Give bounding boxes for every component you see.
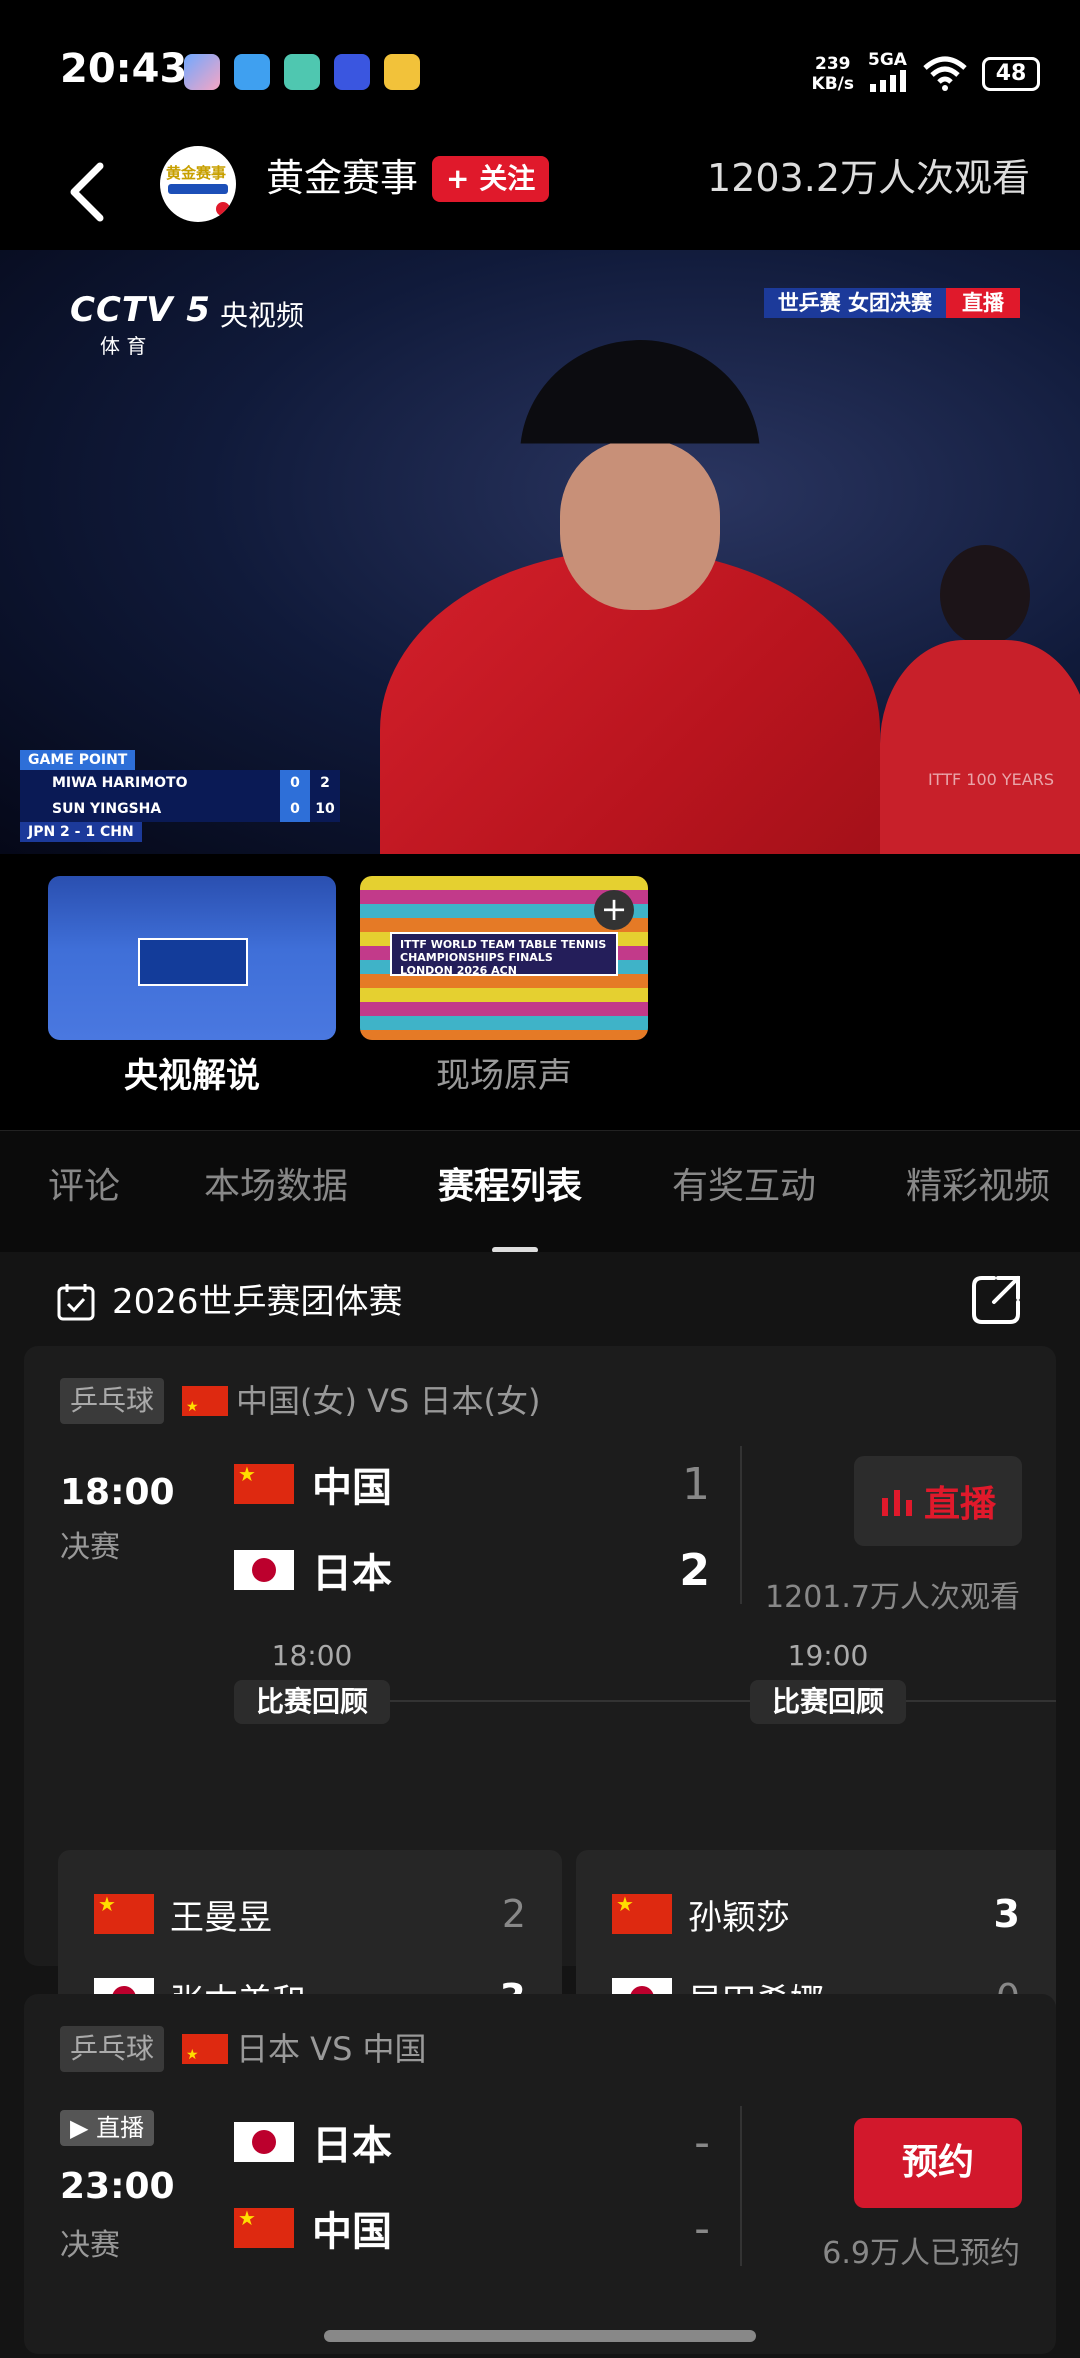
status-time: 20:43 — [60, 46, 188, 92]
video-player[interactable]: CCTV 5 体 育 央视频 世乒赛 女团决赛 直播 GAME POINT MI… — [0, 250, 1080, 854]
match-title: 中国(女) VS 日本(女) — [182, 1378, 541, 1430]
team-row: 中国 1 — [234, 1456, 734, 1512]
stream-thumb-commentary[interactable] — [48, 876, 336, 1040]
rubber-time: 19:00 — [787, 1639, 869, 1672]
cctv-logo: CCTV 5 — [70, 290, 211, 330]
wifi-icon — [923, 56, 967, 91]
battery-indicator: 48 — [982, 56, 1040, 91]
divider — [740, 2106, 742, 2266]
player-face — [560, 440, 720, 610]
verified-badge-icon — [214, 200, 232, 218]
channel-avatar[interactable]: 黄金赛事 — [160, 146, 236, 222]
scoreboard: GAME POINT MIWA HARIMOTO 0 2 SUN YINGSHA… — [20, 750, 340, 842]
tab-rewards[interactable]: 有奖互动 — [672, 1159, 816, 1215]
player-row: 王曼昱 2 — [94, 1886, 526, 1942]
team-row: 中国 - — [234, 2200, 734, 2256]
tab-match-data[interactable]: 本场数据 — [204, 1159, 348, 1215]
live-status-chip: ▶ 直播 — [60, 2110, 155, 2146]
china-flag-icon — [234, 2206, 294, 2248]
live-audience: 1201.7万人次观看 — [765, 1580, 1020, 1615]
match-card[interactable]: 乒乓球 中国(女) VS 日本(女) 18:00 决赛 中国 1 日本 2 直播… — [24, 1346, 1056, 2056]
home-indicator[interactable] — [324, 2330, 756, 2342]
stream-thumb-ambient[interactable]: ITTF WORLD TEAM TABLE TENNIS CHAMPIONSHI… — [360, 876, 648, 1040]
table-tennis-table — [138, 938, 248, 986]
live-header: 黄金赛事 黄金赛事 + 关注 1203.2万人次观看 — [0, 140, 1080, 250]
stream-switcher: ITTF WORLD TEAM TABLE TENNIS CHAMPIONSHI… — [0, 876, 1080, 1130]
match-title: 日本 VS 中国 — [182, 2026, 427, 2078]
signal-label: 5GA — [868, 50, 908, 97]
channel-name[interactable]: 黄金赛事 — [266, 150, 418, 206]
coach-body — [880, 640, 1080, 854]
event-panel: ITTF WORLD TEAM TABLE TENNIS CHAMPIONSHI… — [390, 932, 618, 977]
tab-schedule[interactable]: 赛程列表 — [438, 1159, 582, 1215]
china-flag-icon — [234, 1462, 294, 1504]
status-bar: 20:43 239 KB/s 5GA 48 — [0, 0, 1080, 140]
sport-tag: 乒乓球 — [60, 2026, 165, 2072]
player-row: 孙颖莎 3 — [612, 1886, 1020, 1942]
back-arrow-icon[interactable] — [60, 152, 116, 232]
wallet-icon — [384, 54, 420, 90]
china-flag-icon — [182, 2032, 228, 2078]
tab-bar: 评论 本场数据 赛程列表 有奖互动 精彩视频 — [0, 1130, 1080, 1253]
tab-highlights[interactable]: 精彩视频 — [906, 1159, 1050, 1215]
vivo-icon — [334, 54, 370, 90]
scoreboard-row: MIWA HARIMOTO 0 2 — [20, 770, 340, 796]
match-card[interactable]: 乒乓球 日本 VS 中国 ▶ 直播 23:00 决赛 日本 - 中国 - 预约 … — [24, 1994, 1056, 2354]
reserve-button[interactable]: 预约 — [854, 2118, 1022, 2208]
schedule-header: 2026世乒赛团体赛 — [56, 1272, 403, 1332]
viewer-count: 1203.2万人次观看 — [707, 156, 1030, 200]
match-stage: 决赛 — [60, 1530, 120, 1565]
japan-flag-icon — [234, 2122, 294, 2162]
schedule-panel: 2026世乒赛团体赛 乒乓球 中国(女) VS 日本(女) 18:00 决赛 中… — [0, 1252, 1080, 2358]
cloud-icon — [234, 54, 270, 90]
live-bars-icon — [881, 1490, 912, 1516]
divider — [740, 1446, 742, 1604]
yangshipin-logo: 央视频 — [220, 299, 305, 332]
japan-flag-icon — [234, 1550, 294, 1590]
logo-stripe — [168, 184, 228, 194]
replay-button[interactable]: 比赛回顾 — [750, 1680, 906, 1724]
scoreboard-row: SUN YINGSHA 0 10 — [20, 796, 340, 822]
share-icon[interactable] — [968, 1272, 1024, 1328]
rubber-time: 18:00 — [271, 1639, 353, 1672]
notes-icon — [284, 54, 320, 90]
signal-bars-icon — [870, 70, 906, 92]
ittf-watermark: ITTF 100 YEARS — [928, 770, 1054, 789]
china-flag-icon — [94, 1892, 154, 1934]
team-row: 日本 - — [234, 2114, 734, 2170]
notification-icons — [184, 54, 420, 90]
follow-button[interactable]: + 关注 — [432, 156, 550, 202]
match-time: 23:00 — [60, 2166, 175, 2207]
team-row: 日本 2 — [234, 1542, 734, 1598]
stream-label-commentary[interactable]: 央视解说 — [48, 1048, 336, 1104]
broadcast-banner: 世乒赛 女团决赛 直播 — [763, 288, 1020, 318]
app-icon — [184, 54, 220, 90]
live-button[interactable]: 直播 — [854, 1456, 1022, 1546]
stream-label-ambient[interactable]: 现场原声 — [360, 1048, 648, 1104]
china-flag-icon — [612, 1892, 672, 1934]
china-flag-icon — [182, 1384, 228, 1430]
replay-button[interactable]: 比赛回顾 — [234, 1680, 390, 1724]
match-stage: 决赛 — [60, 2228, 120, 2263]
match-time: 18:00 — [60, 1472, 175, 1513]
rubber-timeline: 18:00 比赛回顾 19:00 比赛回顾 — [24, 1636, 1056, 1736]
status-right: 239 KB/s 5GA 48 — [812, 50, 1040, 97]
sport-tag: 乒乓球 — [60, 1378, 165, 1424]
calendar-icon — [57, 1284, 95, 1321]
schedule-title: 2026世乒赛团体赛 — [112, 1282, 403, 1322]
reserve-count: 6.9万人已预约 — [822, 2236, 1020, 2271]
plus-icon[interactable]: + — [594, 890, 634, 930]
coach-figure — [940, 545, 1030, 645]
cctv-sub-label: 体 育 — [100, 334, 147, 358]
tab-comments[interactable]: 评论 — [48, 1159, 120, 1215]
net-speed: 239 KB/s — [811, 53, 854, 94]
